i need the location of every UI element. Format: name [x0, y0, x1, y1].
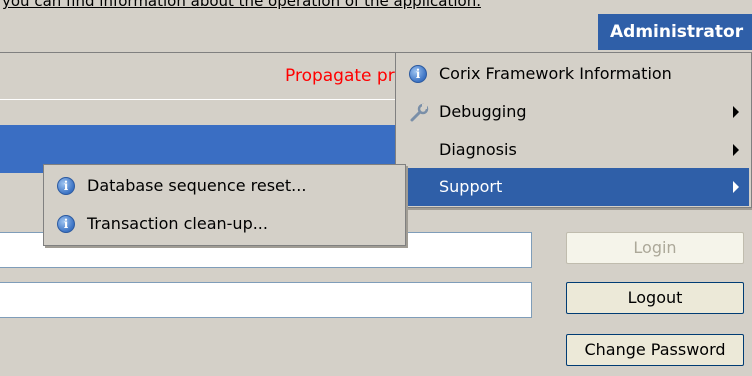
menu-item-diagnosis[interactable]: Diagnosis	[396, 131, 749, 169]
menu-administrator[interactable]: Administrator	[598, 14, 752, 50]
submenu-arrow-icon	[733, 181, 739, 193]
menu-item-label: Database sequence reset...	[87, 176, 307, 195]
administrator-menu: i Corix Framework Information Debugging …	[395, 52, 752, 208]
info-icon: i	[409, 65, 427, 83]
status-message: Propagate pr	[285, 66, 395, 86]
submenu-arrow-icon	[733, 144, 739, 156]
menu-item-label: Transaction clean-up...	[87, 214, 268, 233]
change-password-button[interactable]: Change Password	[566, 334, 744, 366]
menu-item-label: Diagnosis	[439, 140, 517, 159]
info-icon: i	[57, 215, 75, 233]
info-icon: i	[57, 177, 75, 195]
header-link[interactable]: you can find information about the opera…	[0, 0, 481, 10]
menu-item-label: Corix Framework Information	[439, 64, 672, 83]
logout-button[interactable]: Logout	[566, 282, 744, 314]
login-button[interactable]: Login	[566, 232, 744, 264]
wrench-icon	[410, 103, 429, 122]
menu-item-support[interactable]: Support	[396, 168, 749, 206]
menu-item-label: Support	[439, 177, 503, 196]
menu-item-label: Debugging	[439, 102, 527, 121]
menu-item-debugging[interactable]: Debugging	[396, 93, 749, 131]
header-text: you can find information about the opera…	[0, 0, 752, 12]
submenu-arrow-icon	[733, 106, 739, 118]
password-field[interactable]	[0, 282, 532, 318]
menu-item-db-sequence-reset[interactable]: i Database sequence reset...	[44, 167, 403, 205]
menu-item-transaction-cleanup[interactable]: i Transaction clean-up...	[44, 205, 403, 243]
support-submenu: i Database sequence reset... i Transacti…	[43, 164, 406, 246]
menu-item-corix-info[interactable]: i Corix Framework Information	[396, 55, 749, 93]
